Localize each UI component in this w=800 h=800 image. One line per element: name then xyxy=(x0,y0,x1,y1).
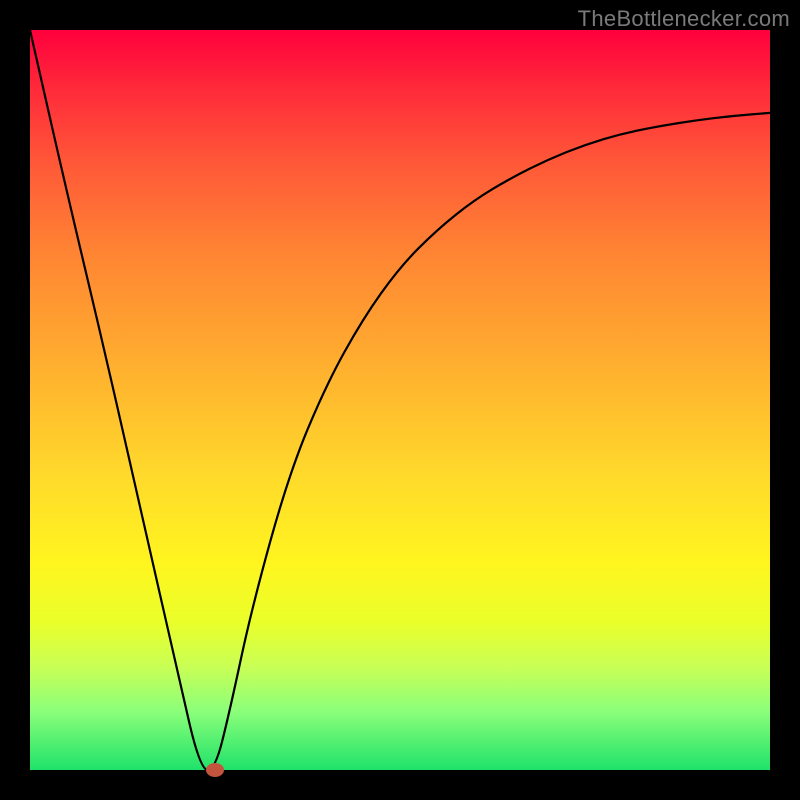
curve-path xyxy=(30,30,770,770)
plot-area xyxy=(30,30,770,770)
bottleneck-curve xyxy=(30,30,770,770)
chart-frame: TheBottlenecker.com xyxy=(0,0,800,800)
attribution-text: TheBottlenecker.com xyxy=(578,6,790,32)
optimal-point-marker xyxy=(206,763,224,777)
